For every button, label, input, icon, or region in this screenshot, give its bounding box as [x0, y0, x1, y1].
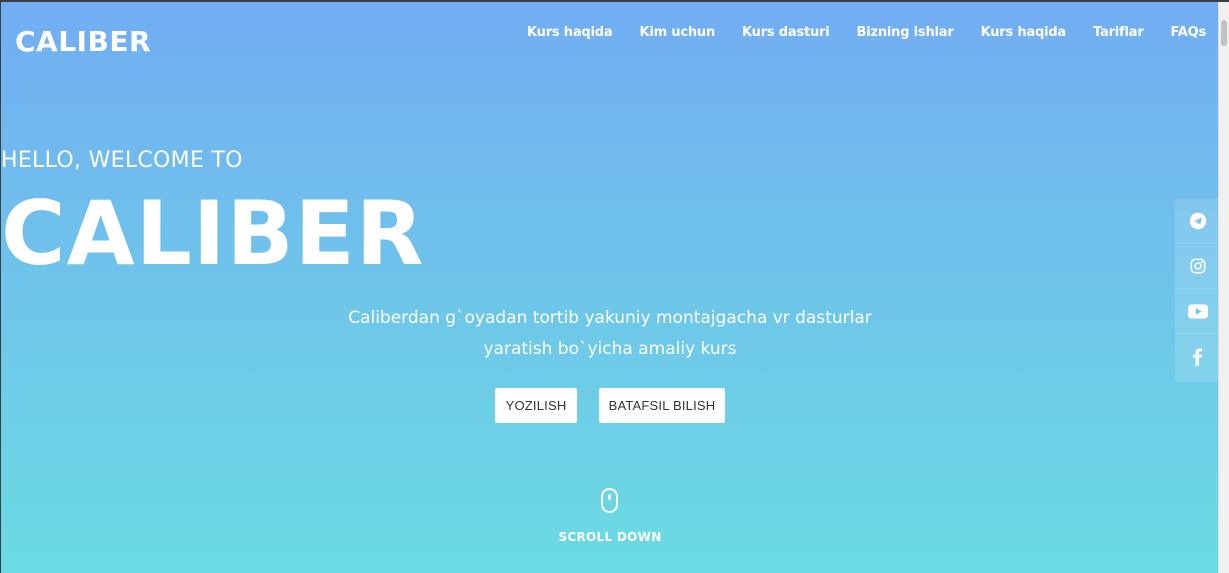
- page-scrollbar[interactable]: [1218, 2, 1229, 573]
- nav-item-faqs[interactable]: FAQs: [1171, 25, 1207, 40]
- page-frame: CALIBER Kurs haqida Kim uchun Kurs dastu…: [0, 2, 1229, 573]
- hero-title: CALIBER: [1, 182, 425, 285]
- facebook-icon: [1192, 347, 1203, 366]
- learn-more-button[interactable]: BATAFSIL BILISH: [599, 388, 725, 423]
- site-logo[interactable]: CALIBER: [15, 25, 151, 58]
- telegram-link[interactable]: [1175, 199, 1220, 244]
- scroll-down-label[interactable]: SCROLL DOWN: [1, 530, 1219, 544]
- nav-item-tariflar[interactable]: Tariflar: [1093, 25, 1144, 40]
- hero-subtitle: Caliberdan g`oyadan tortib yakuniy monta…: [348, 308, 872, 359]
- instagram-link[interactable]: [1175, 244, 1220, 289]
- nav-item-bizning-ishlar[interactable]: Bizning ishlar: [857, 25, 954, 40]
- youtube-link[interactable]: [1175, 289, 1220, 334]
- main-nav: Kurs haqida Kim uchun Kurs dasturi Bizni…: [500, 25, 1206, 40]
- youtube-icon: [1187, 303, 1208, 319]
- instagram-icon: [1190, 258, 1205, 274]
- hero-greeting: HELLO, WELCOME TO: [1, 148, 243, 173]
- nav-item-kurs-haqida[interactable]: Kurs haqida: [527, 25, 613, 40]
- nav-item-kurs-dasturi[interactable]: Kurs dasturi: [742, 25, 830, 40]
- scrollbar-thumb[interactable]: [1221, 20, 1227, 46]
- nav-item-kim-uchun[interactable]: Kim uchun: [639, 25, 715, 40]
- telegram-icon: [1189, 212, 1206, 230]
- social-sidebar: [1175, 199, 1220, 382]
- nav-item-kurs-haqida-2[interactable]: Kurs haqida: [981, 25, 1067, 40]
- facebook-link[interactable]: [1175, 334, 1220, 379]
- mouse-scroll-icon[interactable]: [601, 488, 618, 513]
- enroll-button[interactable]: YOZILISH: [495, 388, 577, 423]
